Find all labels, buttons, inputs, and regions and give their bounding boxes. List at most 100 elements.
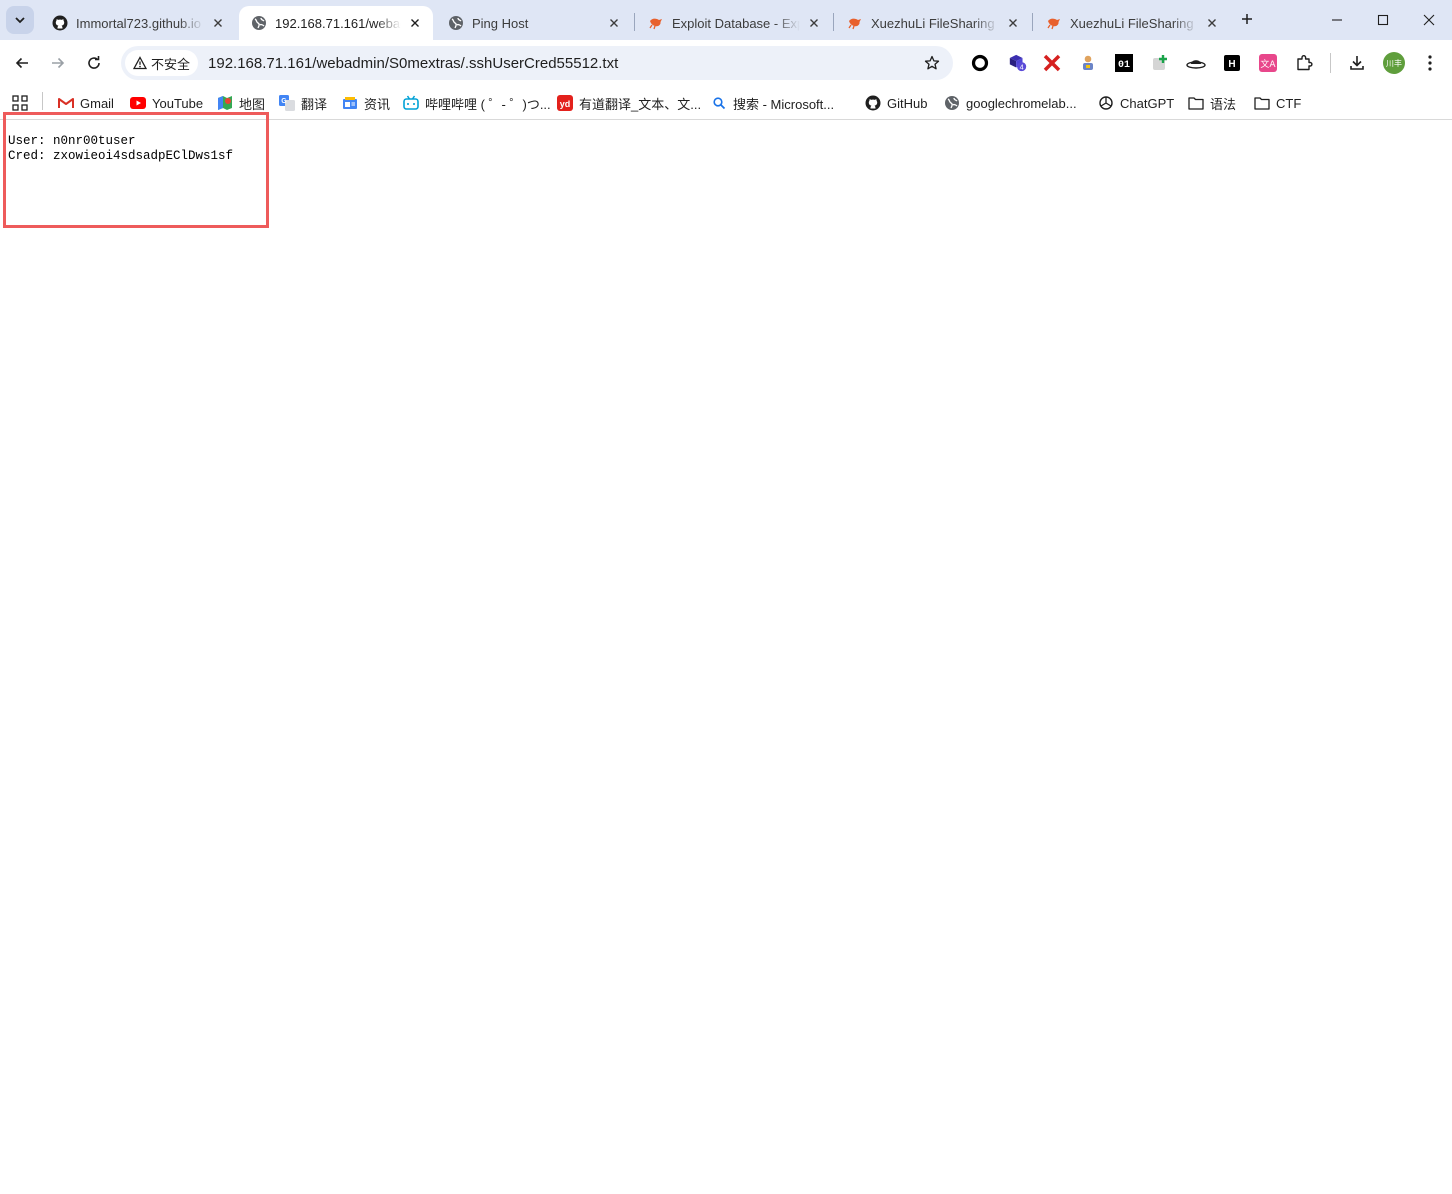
tab-title: Exploit Database - Exploits for Penetrat…	[672, 15, 800, 31]
translate-icon: G	[279, 95, 295, 111]
warning-icon	[133, 56, 147, 70]
bookmark-label: 有道翻译_文本、文...	[579, 96, 702, 112]
news-icon	[342, 95, 358, 111]
tab-ssh-user-cred[interactable]: 192.168.71.161/webadmin/S0mextras/.sshUs…	[239, 6, 433, 40]
apps-button[interactable]	[12, 92, 28, 114]
close-icon[interactable]	[806, 15, 822, 31]
globe-icon	[251, 15, 267, 31]
back-button[interactable]	[8, 49, 36, 77]
profile-avatar[interactable]: 川丰	[1383, 52, 1405, 74]
maximize-button[interactable]	[1360, 0, 1406, 40]
plus-icon	[1242, 14, 1252, 24]
bookmark-googlechromelabs[interactable]: googlechromelab...	[944, 92, 1077, 114]
tab-xuezhuli-1[interactable]: XuezhuLi FileSharing - Path Traversal	[835, 6, 1031, 40]
close-icon[interactable]	[1005, 15, 1021, 31]
bookmark-gmail[interactable]: Gmail	[58, 92, 114, 114]
bookmark-label: 资讯	[364, 96, 391, 112]
bookmark-label: CTF	[1276, 95, 1302, 111]
close-icon[interactable]	[1204, 15, 1220, 31]
new-tab-button[interactable]	[1236, 8, 1258, 30]
menu-kebab-icon[interactable]	[1420, 53, 1440, 73]
security-chip[interactable]: 不安全	[125, 50, 199, 76]
extension-hat-icon[interactable]	[1186, 53, 1206, 73]
bookmark-label: GitHub	[887, 95, 928, 111]
bookmark-bilibili[interactable]: 哔哩哔哩 ( ゜- ゜)つ...	[403, 92, 551, 114]
bookmark-star-button[interactable]	[923, 54, 941, 72]
arrow-left-icon	[15, 57, 28, 69]
extension-binary-icon[interactable]: 01	[1114, 53, 1134, 73]
star-icon	[924, 55, 940, 70]
svg-text:yd: yd	[560, 99, 571, 109]
globe-icon	[448, 15, 464, 31]
tab-title: 192.168.71.161/webadmin/S0mextras/.sshUs…	[275, 15, 401, 31]
bookmarks-separator	[42, 92, 43, 110]
svg-text:H: H	[1228, 59, 1235, 70]
reload-button[interactable]	[80, 49, 108, 77]
bookmark-maps[interactable]: 地图	[217, 92, 265, 114]
folder-icon	[1188, 95, 1204, 111]
svg-text:4: 4	[1020, 62, 1024, 71]
github-icon	[52, 15, 68, 31]
tab-immortal723[interactable]: Immortal723.github.io	[40, 6, 236, 40]
extension-cube-badge-icon[interactable]: 4	[1008, 53, 1028, 73]
bookmark-label: 翻译	[301, 96, 328, 112]
globe-icon	[944, 95, 960, 111]
extensions-puzzle-icon[interactable]	[1294, 53, 1314, 73]
tab-xuezhuli-2[interactable]: XuezhuLi FileSharing - Cross-Site Reques…	[1034, 6, 1230, 40]
tab-strip: Immortal723.github.io 192.168.71.161/web…	[0, 0, 1452, 40]
tab-title: Immortal723.github.io	[76, 15, 202, 31]
gmail-icon	[58, 95, 74, 111]
bookmark-youtube[interactable]: YouTube	[130, 92, 203, 114]
apps-grid-icon	[12, 95, 28, 111]
extension-plus-icon[interactable]	[1150, 53, 1170, 73]
extension-translate-icon[interactable]: 文A	[1258, 53, 1278, 73]
bookmark-label: Gmail	[80, 95, 114, 111]
tab-exploit-database[interactable]: Exploit Database - Exploits for Penetrat…	[636, 6, 832, 40]
close-window-button[interactable]	[1406, 0, 1452, 40]
bilibili-icon	[403, 95, 419, 111]
close-icon[interactable]	[407, 15, 423, 31]
bookmark-youdao[interactable]: yd 有道翻译_文本、文...	[557, 92, 701, 114]
bookmark-translate[interactable]: G 翻译	[279, 92, 327, 114]
url-text[interactable]: 192.168.71.161/webadmin/S0mextras/.sshUs…	[208, 55, 618, 72]
tab-separator	[833, 13, 834, 31]
annotation-highlight-box	[3, 112, 269, 228]
bookmark-label: YouTube	[152, 95, 204, 111]
close-icon[interactable]	[210, 15, 226, 31]
bookmark-microsoft-search[interactable]: 搜索 - Microsoft...	[711, 92, 834, 114]
tab-title: XuezhuLi FileSharing - Path Traversal	[871, 15, 999, 31]
forward-button[interactable]	[44, 49, 72, 77]
tab-search-button[interactable]	[6, 6, 34, 34]
extension-person-icon[interactable]	[1078, 53, 1098, 73]
youdao-icon: yd	[557, 95, 573, 111]
toolbar: 不安全 192.168.71.161/webadmin/S0mextras/.s…	[0, 40, 1452, 86]
extension-x-icon[interactable]	[1042, 53, 1062, 73]
tab-ping-host[interactable]: Ping Host	[436, 6, 632, 40]
bookmark-label: googlechromelab...	[966, 95, 1077, 111]
minimize-icon	[1332, 19, 1342, 21]
maximize-icon	[1377, 14, 1389, 26]
bookmark-label: ChatGPT	[1120, 95, 1175, 111]
search-icon	[711, 95, 727, 111]
bookmark-news[interactable]: 资讯	[342, 92, 390, 114]
tab-title: Ping Host	[472, 15, 529, 31]
chevron-down-icon	[15, 17, 25, 24]
bookmark-folder-grammar[interactable]: 语法	[1188, 92, 1236, 114]
exploitdb-icon	[648, 15, 664, 31]
extension-h-icon[interactable]: H	[1222, 53, 1242, 73]
extension-ring-icon[interactable]	[970, 53, 990, 73]
downloads-icon[interactable]	[1347, 53, 1367, 73]
arrow-right-icon	[52, 57, 65, 69]
bookmark-folder-ctf[interactable]: CTF	[1254, 92, 1301, 114]
bookmark-label: 语法	[1210, 96, 1237, 112]
reload-icon	[88, 56, 100, 69]
cred-line: Cred: zxowieoi4sdsadpEClDws1sf	[8, 149, 234, 163]
address-bar[interactable]: 不安全 192.168.71.161/webadmin/S0mextras/.s…	[121, 46, 953, 80]
bookmark-github[interactable]: GitHub	[865, 92, 927, 114]
minimize-button[interactable]	[1314, 0, 1360, 40]
bookmark-label: 哔哩哔哩 ( ゜- ゜)つ...	[425, 96, 551, 112]
bookmark-chatgpt[interactable]: ChatGPT	[1098, 92, 1174, 114]
tab-title: XuezhuLi FileSharing - Cross-Site Reques…	[1070, 15, 1198, 31]
close-icon[interactable]	[606, 15, 622, 31]
exploitdb-icon	[1046, 15, 1062, 31]
